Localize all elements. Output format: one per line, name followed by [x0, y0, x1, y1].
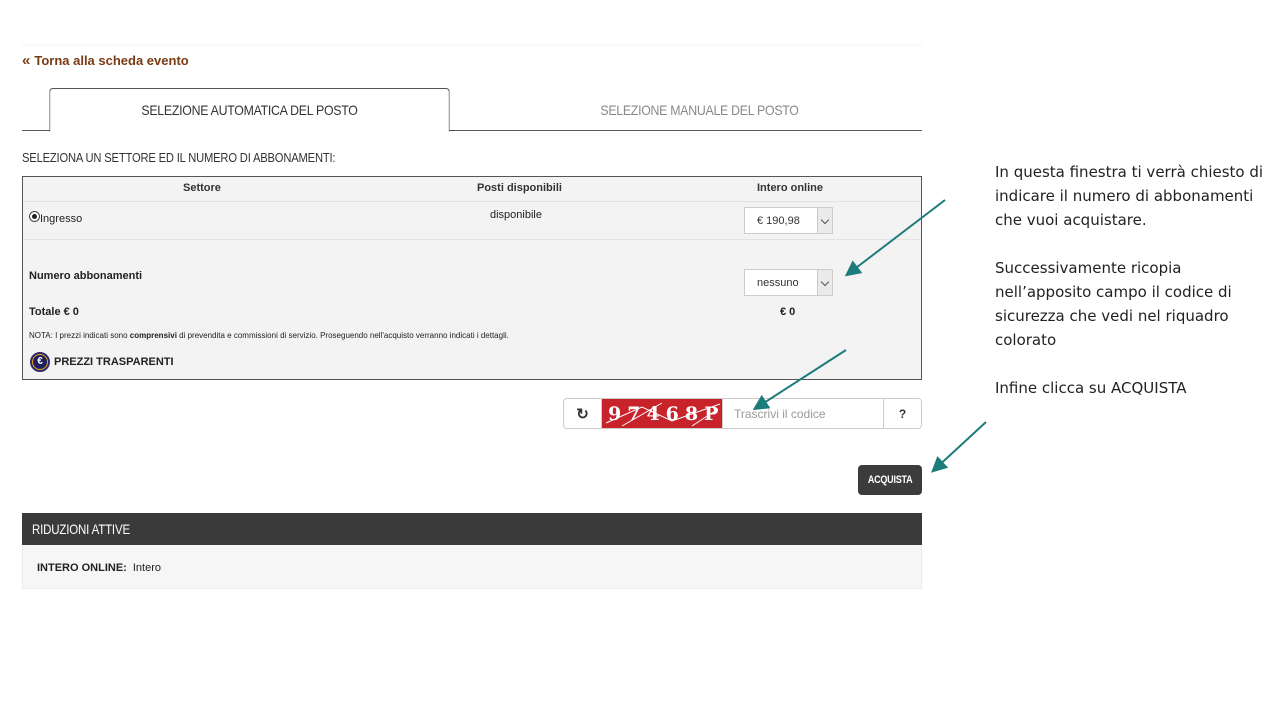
back-link-label: Torna alla scheda evento: [34, 53, 189, 68]
question-icon: ?: [898, 406, 907, 421]
buy-button-label: ACQUISTA: [867, 474, 913, 486]
captcha-code-graphic: 97468P: [605, 402, 721, 427]
captcha-help-button[interactable]: ?: [884, 399, 921, 428]
reduction-value: Intero: [132, 562, 161, 574]
sector-radio-ingresso[interactable]: [29, 211, 40, 222]
price-select-value: € 190,98: [757, 214, 800, 227]
note-bold: comprensivi: [129, 331, 177, 340]
captcha-image: 97468P: [602, 399, 723, 428]
active-reductions-panel: RIDUZIONI ATTIVE INTERO ONLINE: Intero: [22, 513, 922, 589]
captcha-input[interactable]: [723, 399, 884, 428]
double-chevron-left-icon: «: [22, 52, 31, 69]
captcha-group: ↻ 97468P ?: [563, 398, 922, 429]
tab-manual-seat[interactable]: SELEZIONE MANUALE DEL POSTO: [504, 88, 896, 131]
quantity-select-value: nessuno: [757, 276, 799, 289]
top-divider: [22, 44, 922, 47]
price-note: NOTA: I prezzi indicati sono comprensivi…: [29, 331, 509, 340]
refresh-icon: ↻: [576, 405, 589, 423]
chevron-down-icon: [817, 270, 832, 295]
note-suffix: di prevendita e commissioni di servizio.…: [176, 331, 509, 340]
reductions-header: RIDUZIONI ATTIVE: [22, 513, 922, 545]
reduction-name: INTERO ONLINE:: [37, 562, 127, 574]
refresh-captcha-button[interactable]: ↻: [564, 399, 602, 428]
instruction-annotation: In questa finestra ti verrà chiesto di i…: [995, 160, 1265, 424]
tab-automatic-label: SELEZIONE AUTOMATICA DEL POSTO: [141, 102, 358, 118]
column-header-posti: Posti disponibili: [477, 182, 562, 194]
annotation-paragraph-1: In questa finestra ti verrà chiesto di i…: [995, 163, 1264, 229]
section-title: SELEZIONA UN SETTORE ED IL NUMERO DI ABB…: [22, 150, 336, 165]
reduction-item: INTERO ONLINE: Intero: [37, 562, 161, 574]
column-header-intero: Intero online: [757, 182, 823, 194]
euro-badge-icon: €: [30, 352, 50, 372]
total-label: Totale € 0: [29, 306, 79, 318]
sector-selection-table: Settore Posti disponibili Intero online …: [22, 176, 922, 380]
euro-symbol: €: [33, 355, 47, 369]
sector-name: Ingresso: [40, 213, 83, 225]
back-to-event-link[interactable]: «Torna alla scheda evento: [22, 52, 189, 69]
arrow-to-buy: [931, 421, 987, 473]
row-divider: [23, 239, 921, 240]
quantity-label: Numero abbonamenti: [29, 270, 143, 282]
quantity-select[interactable]: nessuno: [744, 269, 833, 296]
reductions-title: RIDUZIONI ATTIVE: [32, 521, 130, 537]
availability-value: disponibile: [490, 209, 542, 221]
column-header-settore: Settore: [183, 182, 221, 194]
chevron-down-icon: [817, 208, 832, 233]
buy-button[interactable]: ACQUISTA: [858, 465, 922, 495]
price-select[interactable]: € 190,98: [744, 207, 833, 234]
annotation-paragraph-3: Infine clicca su ACQUISTA: [995, 379, 1187, 397]
header-divider: [23, 201, 921, 202]
total-value: € 0: [780, 306, 796, 318]
transparent-prices-label: PREZZI TRASPARENTI: [54, 356, 174, 368]
note-prefix: NOTA: I prezzi indicati sono: [29, 331, 130, 340]
tab-manual-label: SELEZIONE MANUALE DEL POSTO: [600, 101, 799, 118]
tab-automatic-seat[interactable]: SELEZIONE AUTOMATICA DEL POSTO: [49, 88, 450, 132]
seat-selection-tabs: SELEZIONE AUTOMATICA DEL POSTO SELEZIONE…: [22, 88, 922, 132]
annotation-paragraph-2: Successivamente ricopia nell’apposito ca…: [995, 259, 1232, 349]
